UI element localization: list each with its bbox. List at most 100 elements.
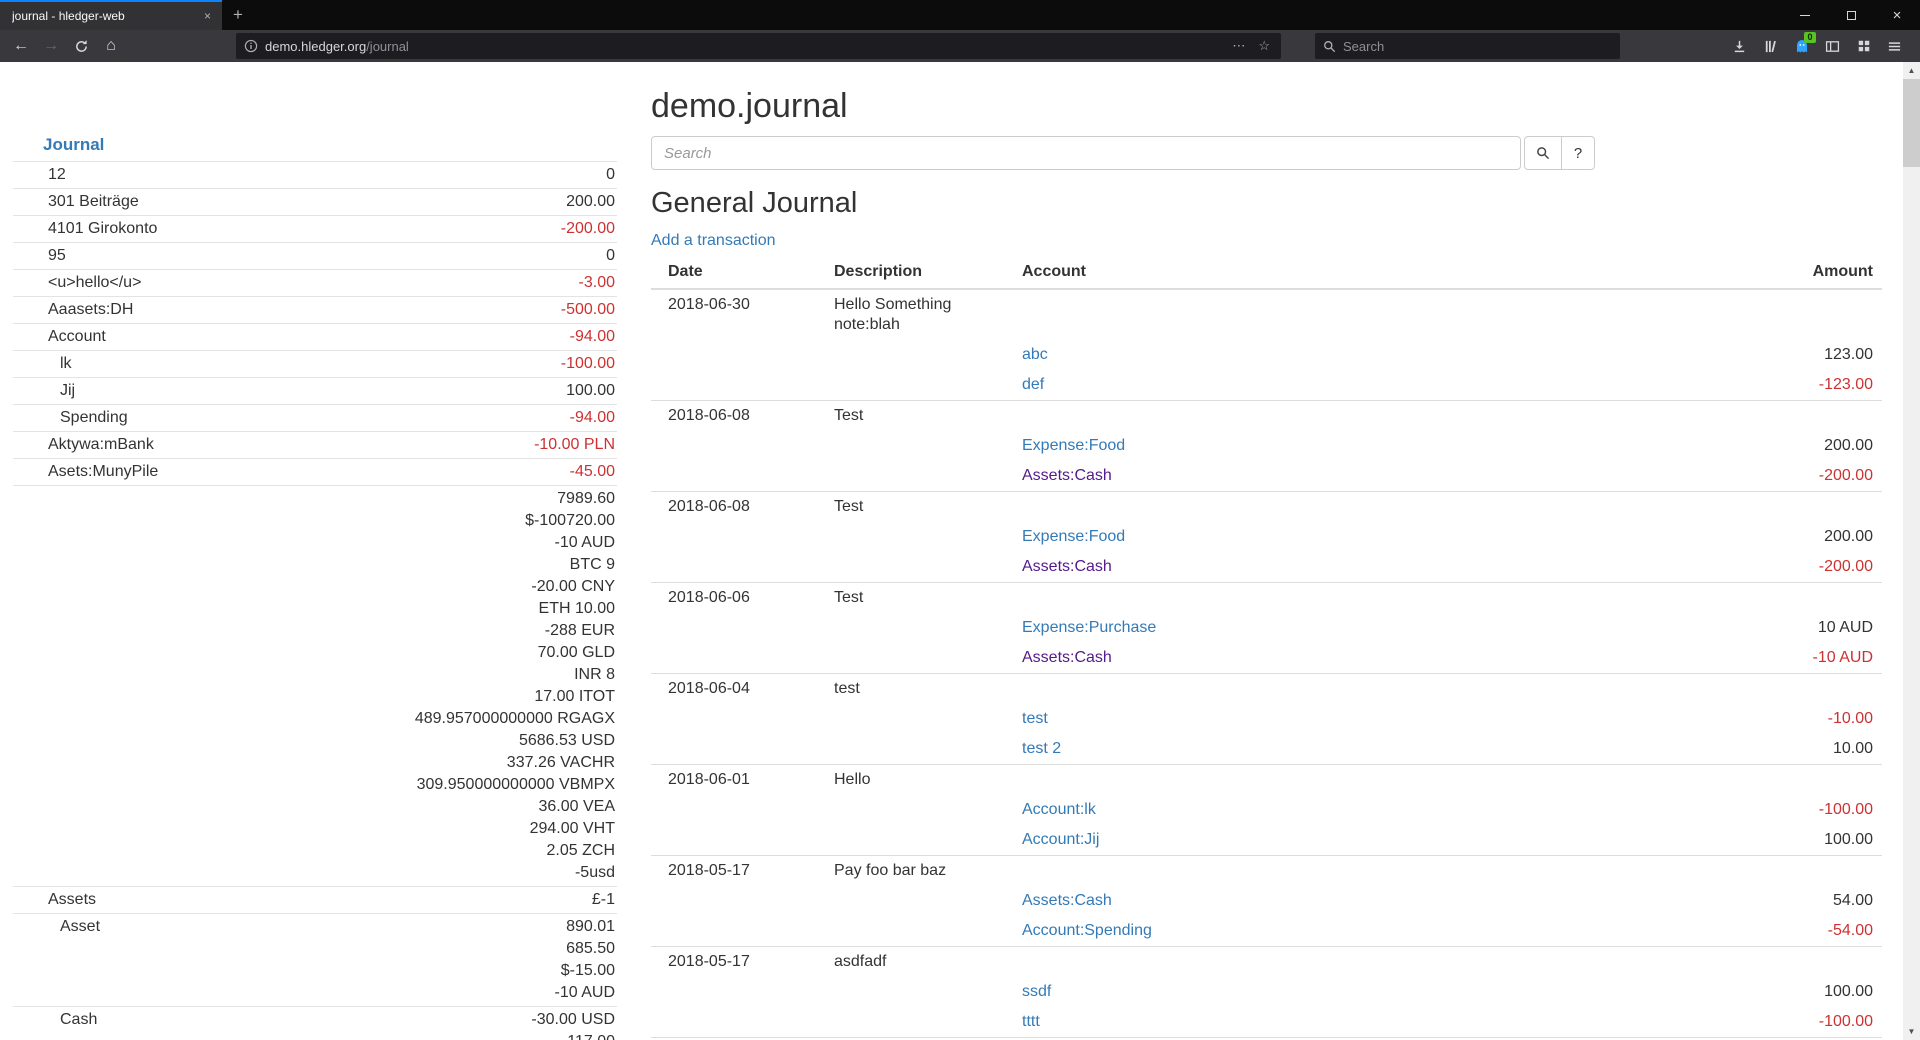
url-domain: demo.hledger.org xyxy=(265,39,366,54)
search-icon xyxy=(1323,40,1336,53)
section-title: General Journal xyxy=(651,186,1920,220)
page-content: Journal 120301 Beiträge200.004101 Giroko… xyxy=(0,62,1920,1040)
window-maximize-button[interactable] xyxy=(1828,0,1874,30)
transaction-title-row: 2018-06-01Hello xyxy=(651,765,1882,795)
sidebar-account-link[interactable]: Asset xyxy=(15,916,555,938)
posting-account-link[interactable]: Account:Jij xyxy=(1022,831,1099,848)
spacer-cell xyxy=(651,613,834,643)
col-header-date: Date xyxy=(651,256,834,288)
reload-button[interactable] xyxy=(66,32,96,60)
sidebar-account-link[interactable]: Account xyxy=(15,326,570,348)
tab-title: journal - hledger-web xyxy=(12,9,193,23)
sidebar-toggle-button[interactable] xyxy=(1817,32,1848,60)
url-bar[interactable]: demo.hledger.org/journal ⋯ ☆ xyxy=(236,33,1281,59)
posting-row: abc123.00 xyxy=(651,340,1882,370)
downloads-button[interactable] xyxy=(1724,32,1755,60)
bookmark-star-icon[interactable]: ☆ xyxy=(1255,38,1273,54)
sidebar-account-row: 120 xyxy=(13,161,617,188)
home-button[interactable]: ⌂ xyxy=(96,32,126,60)
posting-account-cell: abc xyxy=(1013,340,1642,370)
browser-tab[interactable]: journal - hledger-web × xyxy=(0,0,222,30)
window-close-button[interactable]: × xyxy=(1874,0,1920,30)
forward-button[interactable]: → xyxy=(36,32,66,60)
sidebar-account-row: Cash-30.00 USD-117.00 xyxy=(13,1006,617,1040)
posting-account-link[interactable]: Expense:Purchase xyxy=(1022,619,1156,636)
posting-amount: -10.00 xyxy=(1642,704,1882,734)
transaction-title-row: 2018-06-08Test xyxy=(651,401,1882,431)
col-header-account: Account xyxy=(1013,256,1642,288)
spacer-cell xyxy=(834,1007,1013,1037)
spacer-cell xyxy=(834,370,1013,400)
sidebar-account-link[interactable]: Aaasets:DH xyxy=(15,299,561,321)
transaction-description: test xyxy=(834,674,1013,704)
journal-search-form: ? xyxy=(651,136,1595,170)
posting-account-link[interactable]: Account:Spending xyxy=(1022,922,1152,939)
site-info-icon[interactable] xyxy=(244,39,258,53)
posting-account-link[interactable]: Expense:Food xyxy=(1022,437,1125,454)
search-help-button[interactable]: ? xyxy=(1562,136,1595,170)
spacer-cell xyxy=(1013,583,1642,613)
sidebar-account-link[interactable]: 301 Beiträge xyxy=(15,191,566,213)
spacer-cell xyxy=(651,825,834,855)
posting-account-link[interactable]: test xyxy=(1022,710,1048,727)
sidebar-account-link[interactable]: 4101 Girokonto xyxy=(15,218,561,240)
window-minimize-button[interactable] xyxy=(1782,0,1828,30)
page-scrollbar[interactable]: ▲ ▼ xyxy=(1903,62,1920,1040)
menu-button[interactable] xyxy=(1879,32,1910,60)
posting-account-link[interactable]: def xyxy=(1022,376,1044,393)
tab-bar: journal - hledger-web × + × xyxy=(0,0,1920,30)
sidebar-account-link[interactable]: Cash xyxy=(15,1009,531,1031)
posting-amount: -10 AUD xyxy=(1642,643,1882,673)
posting-account-link[interactable]: Assets:Cash xyxy=(1022,892,1112,909)
search-submit-button[interactable] xyxy=(1524,136,1562,170)
minimize-icon xyxy=(1800,15,1810,16)
posting-account-link[interactable]: test 2 xyxy=(1022,740,1061,757)
balance-amount: -10 AUD xyxy=(555,982,615,1004)
sidebar-account-link[interactable]: lk xyxy=(15,353,561,375)
spacer-cell xyxy=(1013,492,1642,522)
balance-amount: -20.00 CNY xyxy=(415,576,615,598)
transaction: 2018-05-17asdfadfssdf100.00tttt-100.00 xyxy=(651,946,1882,1037)
scroll-up-button[interactable]: ▲ xyxy=(1903,62,1920,79)
posting-account-link[interactable]: ssdf xyxy=(1022,983,1051,1000)
posting-amount: 200.00 xyxy=(1642,431,1882,461)
posting-account-link[interactable]: Account:lk xyxy=(1022,801,1096,818)
extensions-grid-button[interactable] xyxy=(1848,32,1879,60)
scrollbar-thumb[interactable] xyxy=(1903,79,1920,167)
spacer-cell xyxy=(651,886,834,916)
posting-account-link[interactable]: Assets:Cash xyxy=(1022,467,1112,484)
sidebar-account-link[interactable]: Asets:MunyPile xyxy=(15,461,570,483)
sidebar-account-link[interactable]: Assets xyxy=(15,889,592,911)
sidebar-heading-row: Journal xyxy=(13,134,617,161)
posting-account-link[interactable]: abc xyxy=(1022,346,1048,363)
sidebar-account-link[interactable]: Jij xyxy=(15,380,566,402)
sidebar-account-link[interactable]: Spending xyxy=(15,407,570,429)
back-button[interactable]: ← xyxy=(6,32,36,60)
posting-amount: 54.00 xyxy=(1642,886,1882,916)
posting-account-link[interactable]: tttt xyxy=(1022,1013,1040,1030)
tab-close-icon[interactable]: × xyxy=(199,7,216,25)
sidebar-journal-link[interactable]: Journal xyxy=(13,134,104,161)
library-button[interactable] xyxy=(1755,32,1786,60)
balance-amount: 0 xyxy=(606,164,615,186)
sidebar-account-link[interactable]: Aktywa:mBank xyxy=(15,434,534,456)
sidebar-account-link[interactable]: <u>hello</u> xyxy=(15,272,579,294)
sidebar-account-link[interactable]: 95 xyxy=(15,245,606,267)
balance-amount: 70.00 GLD xyxy=(415,642,615,664)
transaction-date: 2018-06-08 xyxy=(651,401,834,431)
add-transaction-link[interactable]: Add a transaction xyxy=(651,232,776,250)
posting-account-link[interactable]: Expense:Food xyxy=(1022,528,1125,545)
page-actions-icon[interactable]: ⋯ xyxy=(1229,38,1248,54)
sidebar-account-link[interactable]: 12 xyxy=(15,164,606,186)
ghostery-extension-button[interactable]: 0 xyxy=(1786,32,1817,60)
browser-search-bar[interactable] xyxy=(1315,33,1620,59)
account-balance: 200.00 xyxy=(566,191,615,213)
scroll-down-button[interactable]: ▼ xyxy=(1903,1023,1920,1040)
spacer-cell xyxy=(834,886,1013,916)
browser-search-input[interactable] xyxy=(1343,39,1612,54)
posting-account-link[interactable]: Assets:Cash xyxy=(1022,558,1112,575)
journal-search-input[interactable] xyxy=(651,136,1521,170)
posting-account-link[interactable]: Assets:Cash xyxy=(1022,649,1112,666)
balance-amount: 294.00 VHT xyxy=(415,818,615,840)
new-tab-button[interactable]: + xyxy=(222,0,254,30)
